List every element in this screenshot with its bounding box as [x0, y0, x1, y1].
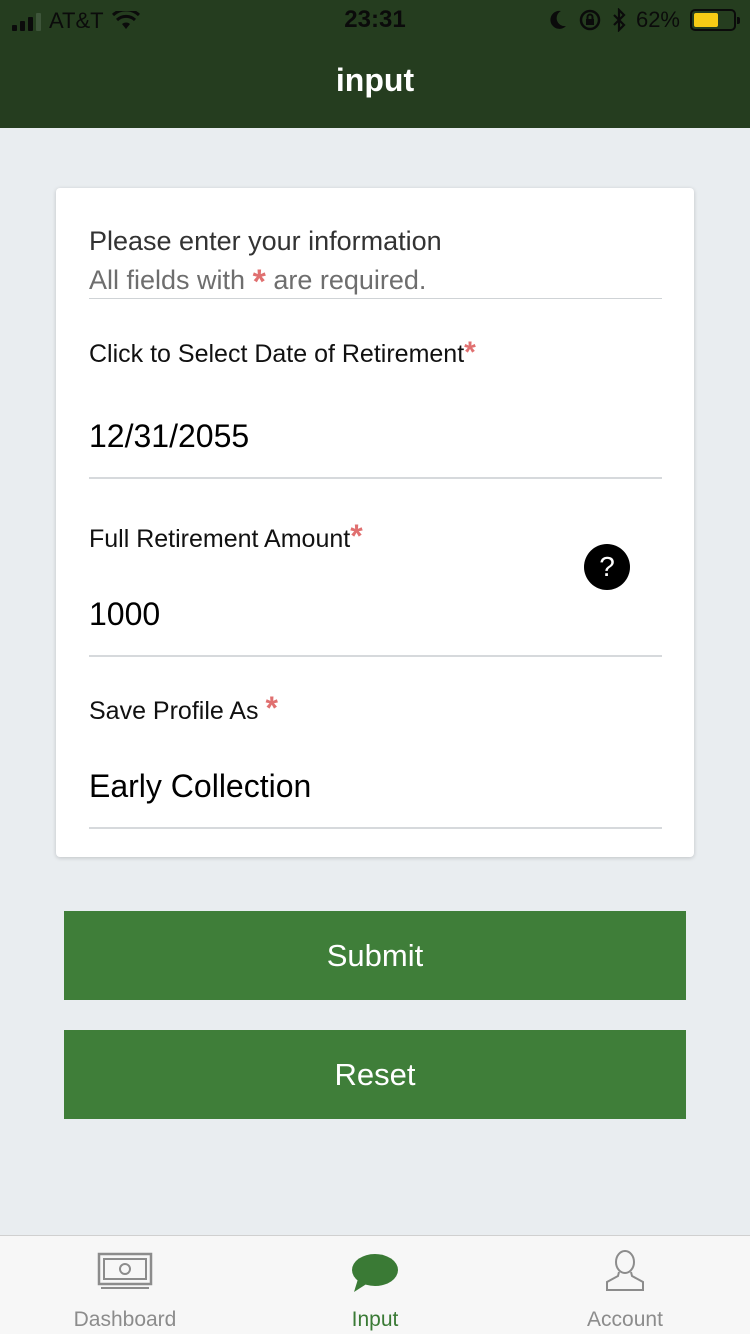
retirement-amount-label: Full Retirement Amount* — [89, 518, 363, 554]
app-header: AT&T 23:31 62% input — [0, 0, 750, 128]
required-asterisk-icon: * — [350, 518, 363, 554]
retirement-date-input[interactable]: 12/31/2055 — [89, 418, 662, 479]
tab-input[interactable]: Input — [250, 1236, 500, 1334]
reset-button[interactable]: Reset — [64, 1030, 686, 1119]
input-form-card: Please enter your information All fields… — [56, 188, 694, 857]
retirement-amount-input[interactable]: 1000 — [89, 596, 662, 657]
required-asterisk-icon: * — [265, 690, 278, 726]
battery-percentage: 62% — [635, 7, 680, 32]
tab-dashboard[interactable]: Dashboard — [0, 1236, 250, 1334]
required-asterisk-icon: * — [464, 336, 476, 369]
form-instructions: Please enter your information All fields… — [89, 226, 662, 301]
battery-icon — [690, 9, 740, 31]
help-icon[interactable]: ? — [584, 544, 630, 590]
money-icon — [97, 1252, 153, 1289]
submit-button[interactable]: Submit — [64, 911, 686, 1000]
tab-account[interactable]: Account — [500, 1236, 750, 1334]
profile-name-input[interactable]: Early Collection — [89, 768, 662, 829]
user-icon — [606, 1250, 644, 1291]
bluetooth-icon — [613, 8, 626, 32]
page-title: input — [335, 62, 415, 98]
chat-bubble-icon — [352, 1254, 398, 1292]
required-asterisk-icon: * — [252, 263, 266, 301]
tab-input-label: Input — [351, 1308, 399, 1331]
instructions-line: Please enter your information — [89, 226, 442, 256]
status-bar: AT&T 23:31 62% — [0, 0, 750, 40]
required-note: All fields with * are required. — [89, 263, 427, 301]
moon-icon — [550, 10, 566, 29]
profile-name-label: Save Profile As * — [89, 690, 278, 726]
rotation-lock-icon — [579, 9, 601, 31]
tab-dashboard-label: Dashboard — [73, 1308, 177, 1331]
tab-account-label: Account — [587, 1308, 663, 1331]
tab-bar: Dashboard Input Account — [0, 1235, 750, 1334]
retirement-date-label: Click to Select Date of Retirement* — [89, 336, 476, 369]
